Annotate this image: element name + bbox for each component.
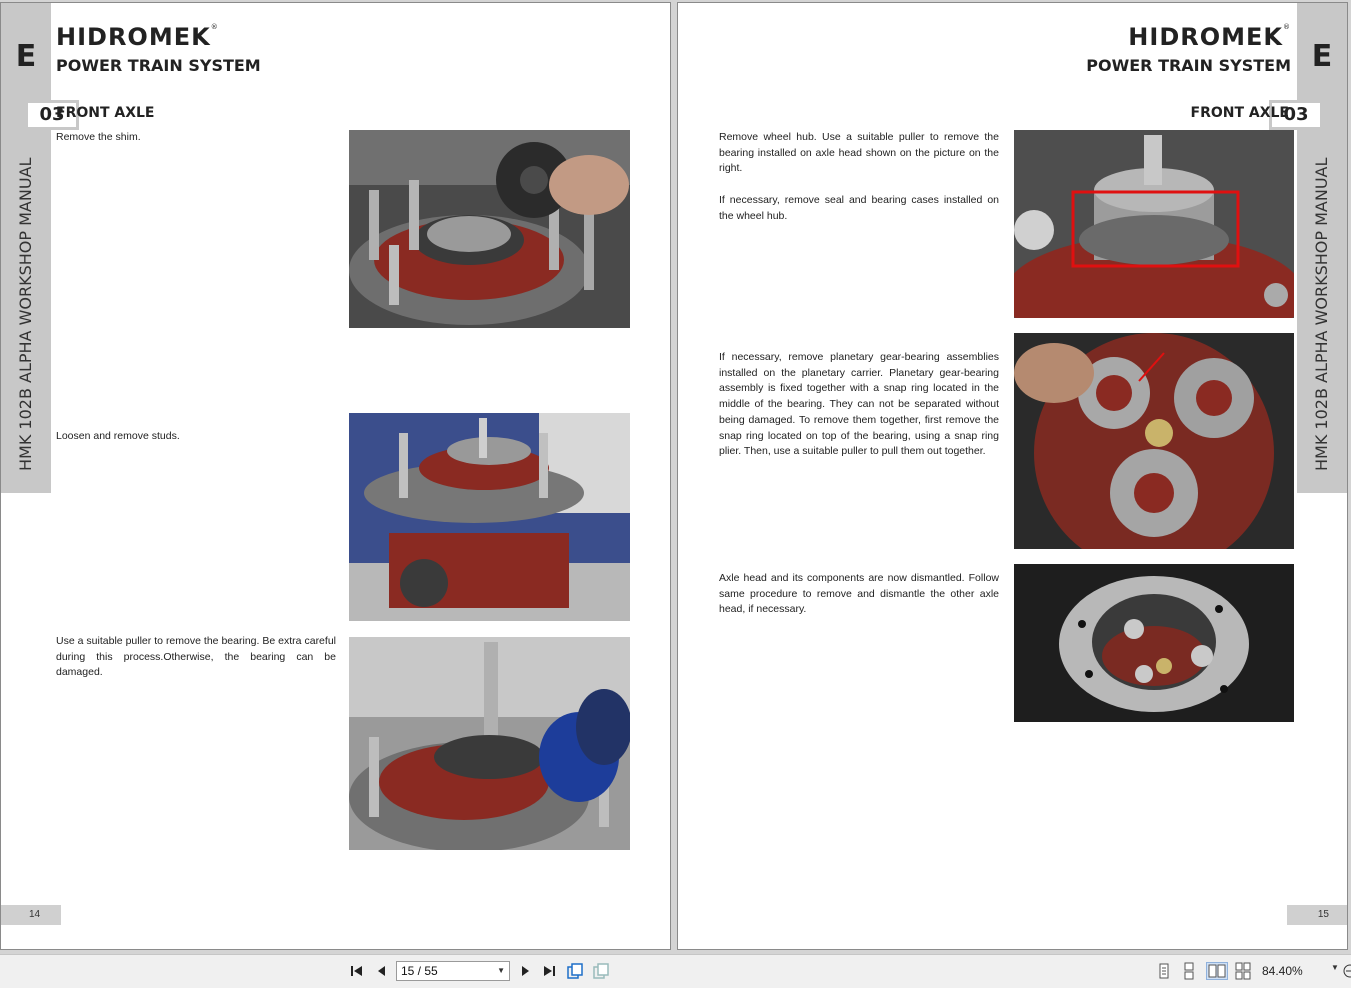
- section-letter: E: [15, 39, 37, 74]
- page-number: 14: [1, 905, 61, 925]
- page-indicator: 15 / 55: [401, 964, 438, 978]
- section-letter: E: [1311, 39, 1333, 74]
- section-title: FRONT AXLE: [56, 105, 155, 121]
- photo-shim-removal: [349, 130, 630, 328]
- photo-wheel-hub: [1014, 130, 1294, 318]
- single-page-view-button[interactable]: [1155, 962, 1173, 980]
- step-text: Axle head and its components are now dis…: [719, 572, 999, 616]
- page-number: 15: [1287, 905, 1347, 925]
- zoom-out-button[interactable]: [1341, 962, 1351, 980]
- brand-logo: HIDROMEK®: [1128, 23, 1291, 51]
- two-page-view-button[interactable]: [1206, 962, 1228, 980]
- photo-dismantled-axle-head: [1014, 564, 1294, 722]
- go-forward-view-button[interactable]: [592, 962, 610, 980]
- first-page-icon: [351, 966, 362, 976]
- step-text: Use a suitable puller to remove the bear…: [56, 635, 336, 679]
- next-page-button[interactable]: [516, 962, 534, 980]
- first-page-button[interactable]: [348, 962, 366, 980]
- viewer-toolbar: 15 / 55 ▼ 84.40% ▼: [0, 954, 1351, 988]
- continuous-page-icon: [1184, 962, 1194, 980]
- system-title: POWER TRAIN SYSTEM: [56, 56, 261, 75]
- chevron-down-icon[interactable]: ▼: [1331, 963, 1339, 972]
- page-back-icon: [567, 963, 583, 979]
- page-number-select[interactable]: 15 / 55 ▼: [396, 961, 510, 981]
- section-title: FRONT AXLE: [1190, 105, 1290, 121]
- document-page-right: E 03 HMK 102B ALPHA WORKSHOP MANUAL HIDR…: [677, 2, 1348, 950]
- step-text: Remove wheel hub. Use a suitable puller …: [719, 131, 999, 175]
- system-title: POWER TRAIN SYSTEM: [1086, 56, 1291, 75]
- two-page-continuous-icon: [1235, 962, 1251, 980]
- brand-logo: HIDROMEK®: [56, 23, 219, 51]
- page-forward-icon: [593, 963, 609, 979]
- next-page-icon: [522, 966, 529, 976]
- single-page-icon: [1159, 963, 1169, 979]
- two-page-icon: [1208, 964, 1226, 978]
- step-text: If necessary, remove seal and bearing ca…: [719, 194, 999, 222]
- photo-bearing-puller: [349, 637, 630, 850]
- last-page-button[interactable]: [540, 962, 558, 980]
- zoom-out-icon: [1343, 964, 1351, 978]
- previous-page-button[interactable]: [373, 962, 391, 980]
- continuous-view-button[interactable]: [1180, 962, 1198, 980]
- zoom-level[interactable]: 84.40%: [1262, 962, 1303, 980]
- step-text: Remove the shim.: [56, 131, 141, 143]
- last-page-icon: [544, 966, 555, 976]
- chevron-down-icon: ▼: [497, 966, 505, 975]
- photo-studs-removal: [349, 413, 630, 621]
- step-text: Loosen and remove studs.: [56, 430, 180, 442]
- go-back-view-button[interactable]: [566, 962, 584, 980]
- previous-page-icon: [378, 966, 385, 976]
- two-page-continuous-view-button[interactable]: [1234, 962, 1252, 980]
- step-text: If necessary, remove planetary gear-bear…: [719, 351, 999, 458]
- photo-planetary-gears: [1014, 333, 1294, 549]
- manual-title-vertical: HMK 102B ALPHA WORKSHOP MANUAL: [1312, 157, 1331, 471]
- manual-title-vertical: HMK 102B ALPHA WORKSHOP MANUAL: [16, 157, 35, 471]
- document-page-left: E 03 HMK 102B ALPHA WORKSHOP MANUAL HIDR…: [0, 2, 671, 950]
